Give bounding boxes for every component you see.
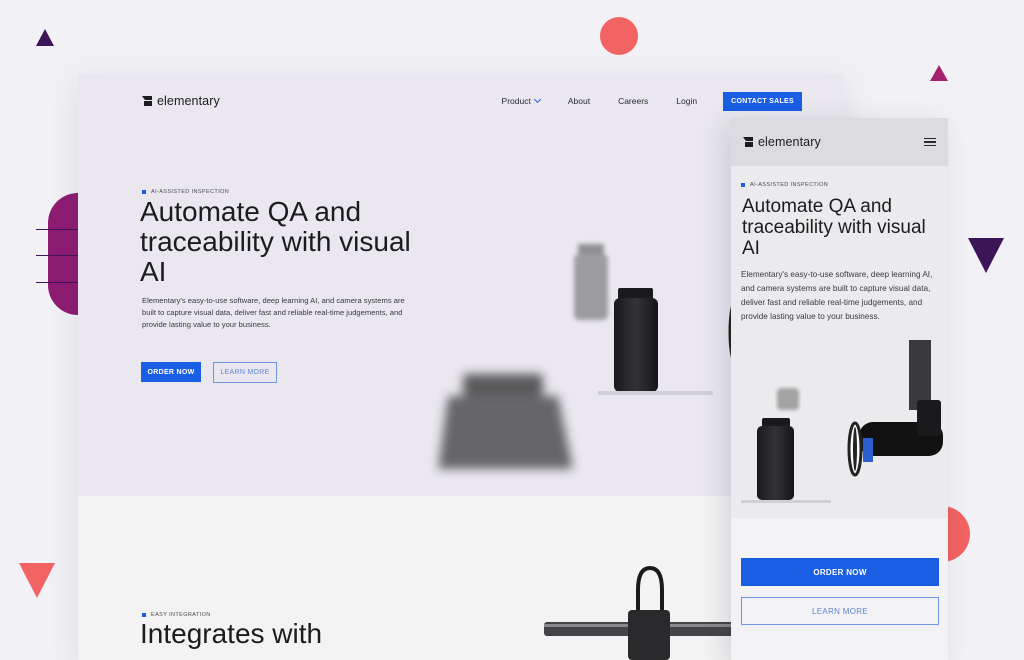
hero-description: Elementary's easy-to-use software, deep … (142, 296, 405, 329)
order-now-button[interactable]: ORDER NOW (741, 558, 939, 586)
order-now-button[interactable]: ORDER NOW (141, 362, 201, 382)
learn-more-button[interactable]: LEARN MORE (213, 362, 277, 383)
product-camera-illustration (741, 340, 943, 503)
mobile-hero-description: Elementary's easy-to-use software, deep … (741, 270, 933, 321)
decor-line (36, 229, 78, 230)
decor-half-circle-magenta (48, 193, 78, 315)
decor-triangle-magenta (930, 65, 948, 81)
nav-item-login[interactable]: Login (676, 96, 697, 106)
eyebrow-label: AI-ASSISTED INSPECTION (750, 182, 829, 188)
mobile-navbar: elementary (731, 118, 948, 166)
contact-sales-button[interactable]: CONTACT SALES (723, 91, 802, 111)
brand-logo[interactable]: elementary (743, 135, 821, 149)
decor-triangle-dark (36, 29, 54, 46)
decor-line (36, 255, 78, 256)
nav-item-product[interactable]: Product (501, 95, 541, 106)
decor-circle-coral (600, 17, 638, 55)
decor-triangle-coral (19, 563, 55, 598)
mobile-hero-eyebrow: AI-ASSISTED INSPECTION (741, 182, 828, 188)
mobile-hero-title: Automate QA and traceability with visual… (742, 196, 926, 259)
decor-triangle-dark-down (968, 238, 1004, 273)
logo-icon (142, 96, 152, 106)
nav-item-careers[interactable]: Careers (618, 96, 648, 106)
nav-links: Product About Careers Login (501, 95, 697, 106)
eyebrow-label: AI-ASSISTED INSPECTION (151, 189, 230, 195)
hero-eyebrow: AI-ASSISTED INSPECTION (142, 189, 229, 195)
decor-line (36, 282, 78, 283)
logo-icon (743, 137, 753, 147)
eyebrow-square-icon (142, 613, 146, 617)
nav-item-about[interactable]: About (568, 96, 590, 106)
desktop-page-mockup: elementary Product About Careers Login C… (78, 74, 844, 660)
mobile-page-mockup: elementary AI-ASSISTED INSPECTION Automa… (731, 118, 948, 660)
brand-name: elementary (758, 135, 821, 149)
brand-logo[interactable]: elementary (142, 94, 220, 108)
nav-item-label: Product (501, 96, 531, 106)
mobile-cta-area (731, 518, 948, 660)
learn-more-button[interactable]: LEARN MORE (741, 597, 939, 625)
brand-name: elementary (157, 94, 220, 108)
integration-title: Integrates with (140, 618, 323, 649)
eyebrow-square-icon (142, 190, 146, 194)
desktop-navbar: elementary Product About Careers Login C… (142, 90, 802, 112)
menu-icon[interactable] (924, 137, 936, 147)
chevron-down-icon (533, 95, 541, 104)
hero-title: Automate QA and traceability with visual… (140, 196, 411, 287)
eyebrow-square-icon (741, 183, 745, 187)
